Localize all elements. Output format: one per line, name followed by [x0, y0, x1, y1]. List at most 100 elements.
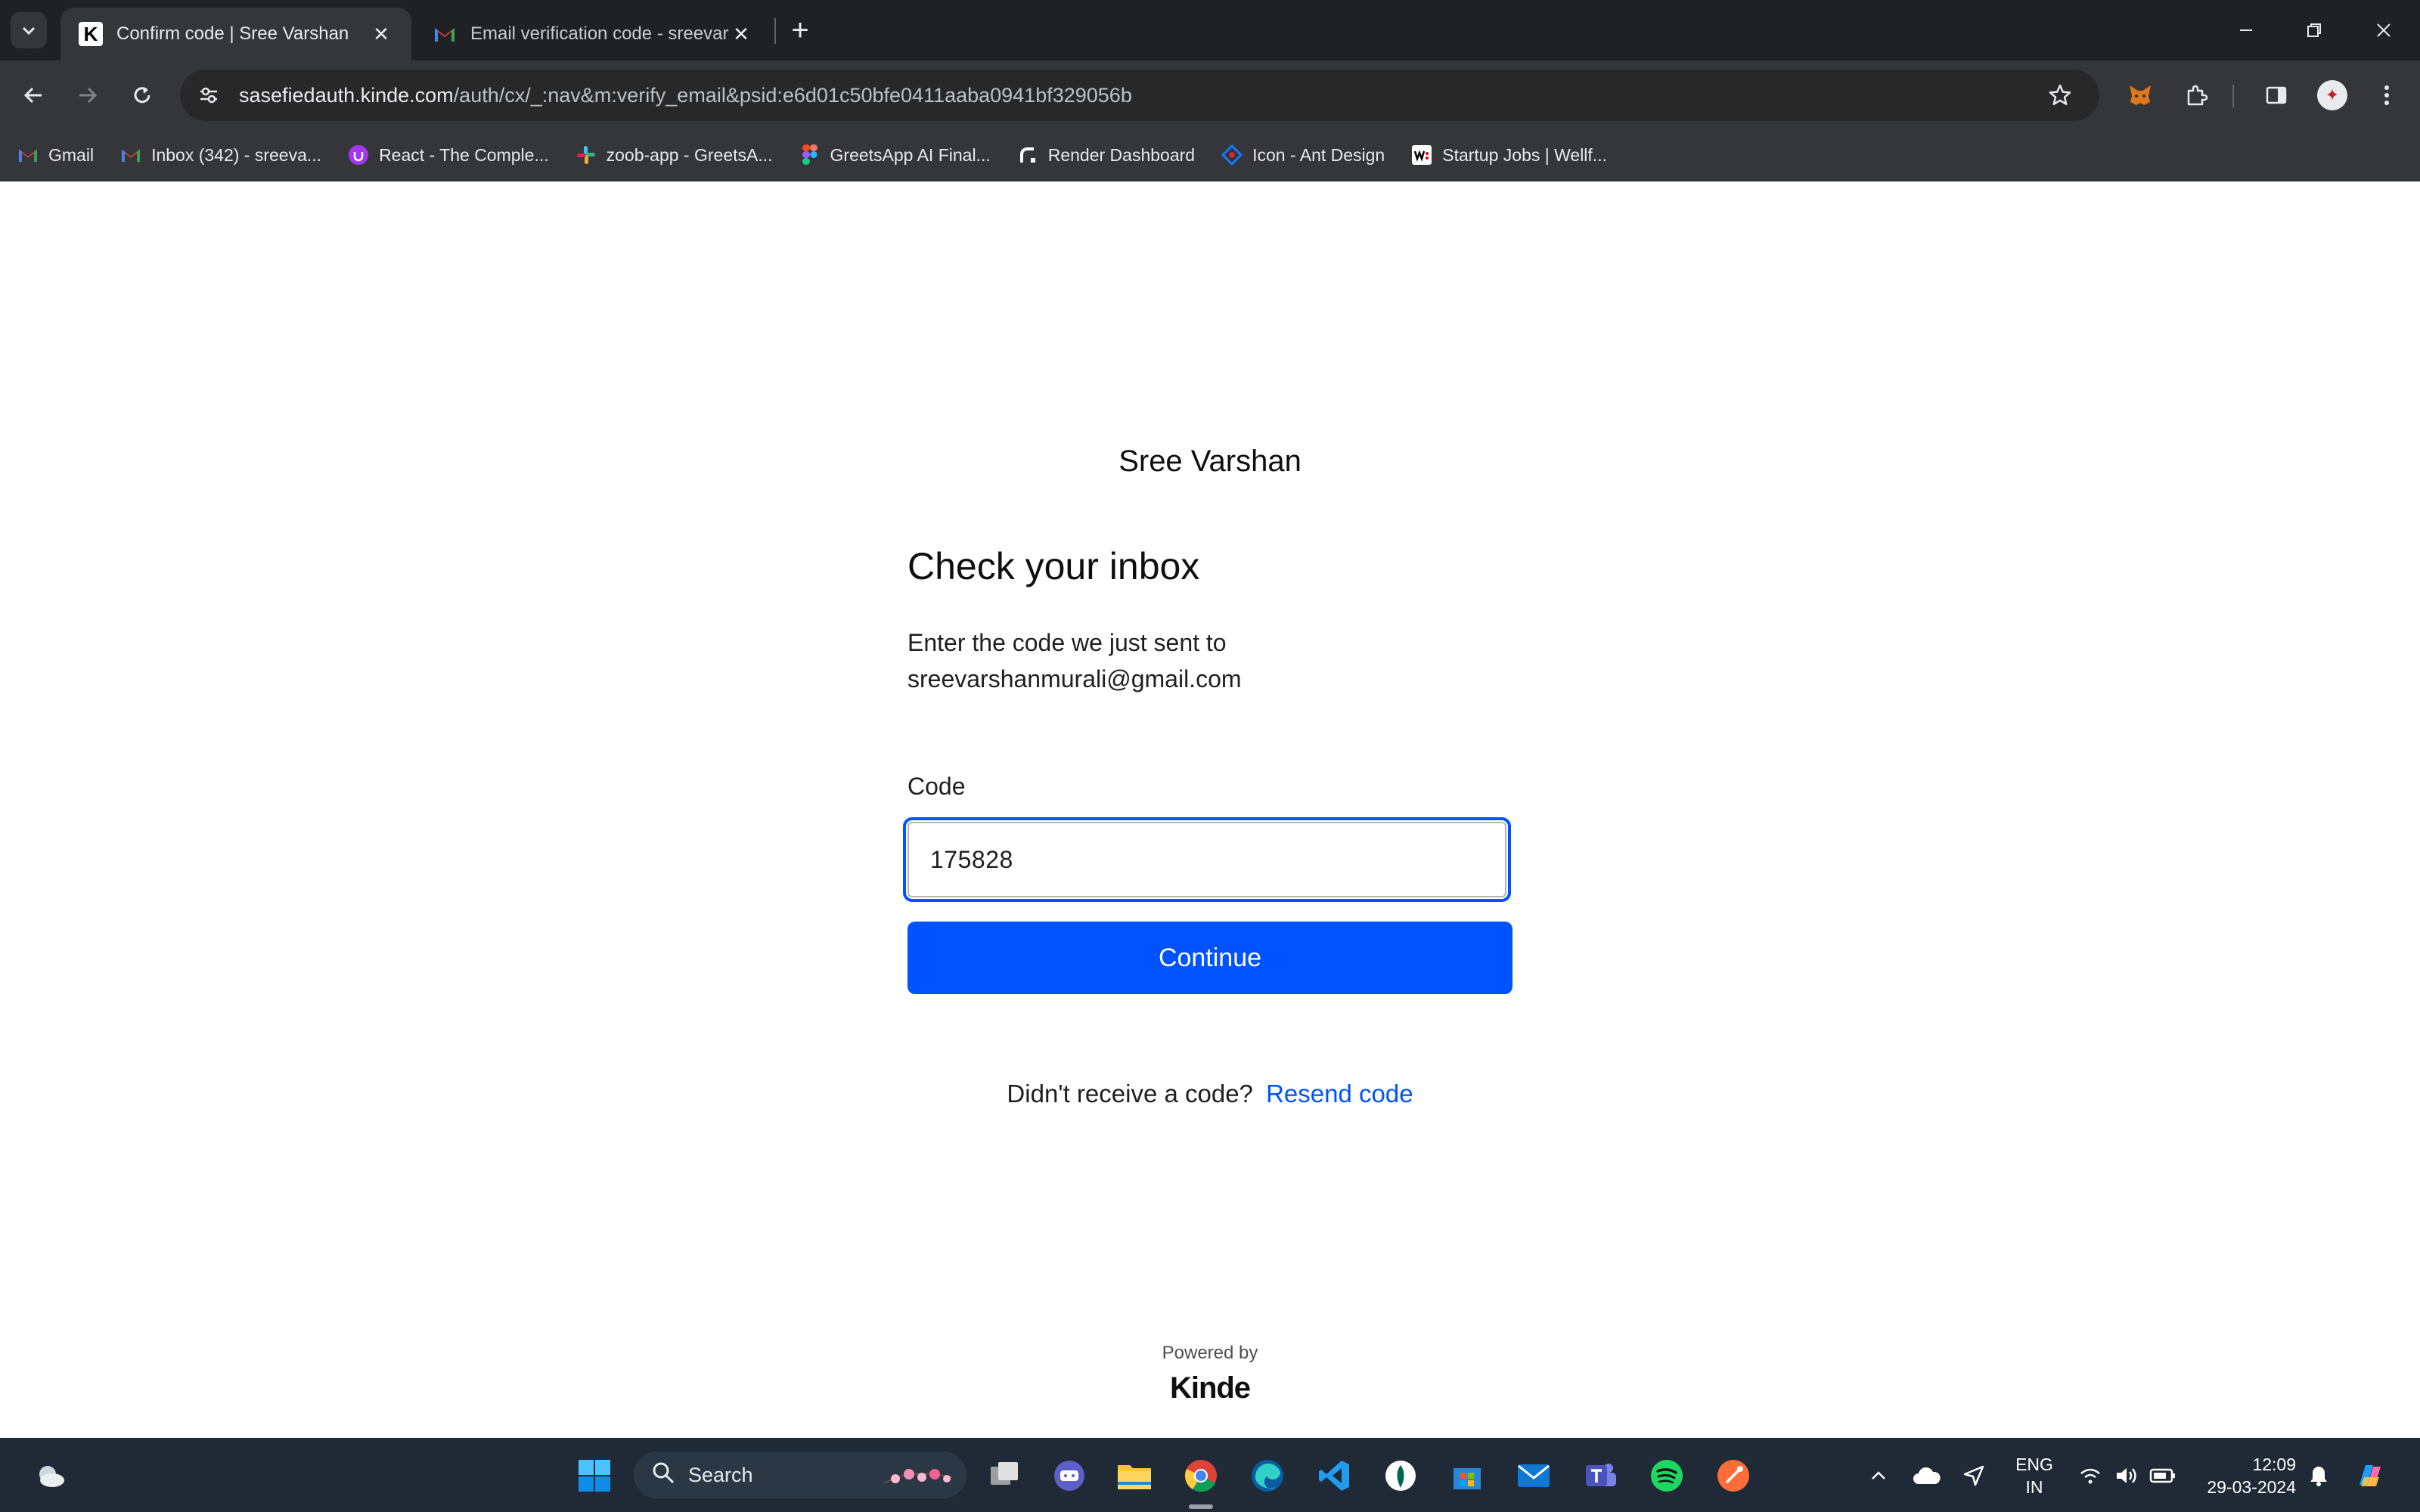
bookmark-greetsapp-figma[interactable]: GreetsApp AI Final...: [799, 144, 991, 166]
kinde-k-icon: K: [79, 22, 103, 46]
resend-code-link[interactable]: Resend code: [1266, 1080, 1413, 1108]
location-arrow-icon[interactable]: [1954, 1456, 1993, 1495]
file-explorer-icon[interactable]: [1115, 1456, 1154, 1495]
chevron-down-icon: [22, 26, 36, 36]
powered-by-label: Powered by: [1162, 1343, 1258, 1363]
tab-confirm-code[interactable]: K Confirm code | Sree Varshan ✕: [60, 8, 411, 60]
postman-icon[interactable]: [1714, 1456, 1753, 1495]
page-content: Sree Varshan Check your inbox Enter the …: [0, 181, 2420, 1438]
chrome-icon[interactable]: [1181, 1456, 1221, 1495]
battery-icon[interactable]: [2143, 1456, 2183, 1495]
verify-email-form: Check your inbox Enter the code we just …: [903, 544, 1512, 994]
bookmark-gmail[interactable]: Gmail: [17, 144, 94, 166]
vscode-icon[interactable]: [1314, 1456, 1354, 1495]
udemy-icon: [347, 144, 370, 166]
teams-icon[interactable]: [1581, 1456, 1620, 1495]
wifi-icon[interactable]: [2071, 1456, 2110, 1495]
mongodb-compass-icon[interactable]: [1381, 1456, 1420, 1495]
bookmark-label: Render Dashboard: [1047, 144, 1196, 165]
url-path: /auth/cx/_:nav&m:verify_email&psid:e6d01…: [453, 83, 1132, 107]
business-name: Sree Varshan: [1118, 445, 1302, 478]
search-icon: [652, 1461, 675, 1489]
minimize-icon[interactable]: [2223, 12, 2269, 48]
teams-chat-icon[interactable]: [1050, 1456, 1089, 1495]
start-icon[interactable]: [575, 1456, 614, 1495]
tab-title: Confirm code | Sree Varshan: [116, 23, 349, 44]
gmail-icon: [17, 144, 39, 166]
kinde-logo[interactable]: Kinde: [0, 1371, 2420, 1405]
bookmark-label: React - The Comple...: [379, 144, 549, 165]
bookmark-wellfound[interactable]: Startup Jobs | Wellf...: [1410, 144, 1607, 166]
toolbar-divider: [2232, 85, 2234, 107]
close-tab-icon[interactable]: ✕: [729, 22, 753, 46]
mail-icon[interactable]: [1514, 1456, 1553, 1495]
clock-date: 29-03-2024: [2207, 1477, 2296, 1497]
bookmark-star-icon[interactable]: [2042, 77, 2078, 113]
gmail-icon: [433, 22, 457, 46]
spotify-icon[interactable]: [1647, 1456, 1686, 1495]
side-panel-icon[interactable]: [2258, 77, 2294, 113]
tab-strip: K Confirm code | Sree Varshan ✕ Email ve…: [0, 0, 2420, 60]
tab-email-verification[interactable]: Email verification code - sreevar ✕: [414, 8, 771, 60]
ant-design-icon: [1221, 144, 1243, 166]
bookmark-ant-design[interactable]: Icon - Ant Design: [1221, 144, 1385, 166]
back-icon[interactable]: [15, 77, 51, 113]
browser-toolbar: sasefiedauth.kinde.com/auth/cx/_:nav&m:v…: [0, 60, 2420, 130]
bookmark-react-course[interactable]: React - The Comple...: [347, 144, 549, 166]
tab-search-button[interactable]: [11, 12, 47, 48]
taskbar-search[interactable]: Search: [634, 1452, 966, 1498]
url-host: sasefiedauth.kinde.com: [239, 83, 454, 107]
page-title: Check your inbox: [908, 545, 1200, 587]
slack-icon: [575, 144, 597, 166]
continue-button[interactable]: Continue: [908, 922, 1512, 994]
code-label: Code: [908, 773, 966, 800]
code-input[interactable]: [906, 820, 1508, 899]
bookmark-zoob-app[interactable]: zoob-app - GreetsA...: [575, 144, 773, 166]
system-clock[interactable]: 12:09 29-03-2024: [2193, 1453, 2296, 1498]
more-menu-icon[interactable]: [2369, 77, 2405, 113]
active-app-indicator: [1189, 1504, 1213, 1509]
bookmark-label: GreetsApp AI Final...: [830, 144, 991, 165]
bookmark-label: Inbox (342) - sreeva...: [151, 144, 322, 165]
gmail-icon: [119, 144, 142, 166]
volume-icon[interactable]: [2107, 1456, 2146, 1495]
resend-row: Didn't receive a code? Resend code: [0, 1080, 2420, 1108]
bookmark-render-dashboard[interactable]: Render Dashboard: [1016, 144, 1195, 166]
metamask-extension-icon[interactable]: [2122, 77, 2158, 113]
url-text[interactable]: sasefiedauth.kinde.com/auth/cx/_:nav&m:v…: [239, 84, 1132, 107]
address-bar[interactable]: sasefiedauth.kinde.com/auth/cx/_:nav&m:v…: [180, 70, 2099, 121]
close-tab-icon[interactable]: ✕: [369, 22, 393, 46]
reload-icon[interactable]: [124, 77, 160, 113]
region-code: IN: [2025, 1477, 2043, 1497]
close-window-icon[interactable]: [2361, 12, 2406, 48]
render-icon: [1016, 144, 1039, 166]
copilot-icon[interactable]: [2350, 1456, 2390, 1495]
onedrive-icon[interactable]: [1907, 1456, 1947, 1495]
bookmark-inbox[interactable]: Inbox (342) - sreeva...: [119, 144, 321, 166]
notification-bell-icon[interactable]: [2299, 1456, 2338, 1495]
figma-icon: [799, 144, 821, 166]
language-code: ENG: [2015, 1455, 2053, 1474]
windows-taskbar: Search ENG IN 12:09 29-03-2024: [0, 1438, 2420, 1512]
bookmark-label: Gmail: [48, 144, 95, 165]
tab-title: Email verification code - sreevar: [470, 23, 729, 44]
instructions-text: Enter the code we just sent to: [908, 629, 1227, 656]
email-address: sreevarshanmurali@gmail.com: [908, 665, 1242, 692]
extensions-puzzle-icon[interactable]: [2178, 77, 2214, 113]
language-indicator[interactable]: ENG IN: [2006, 1453, 2063, 1498]
weather-icon[interactable]: [30, 1456, 70, 1495]
microsoft-store-icon[interactable]: [1447, 1456, 1487, 1495]
wellfound-icon: [1410, 144, 1433, 166]
task-view-icon[interactable]: [985, 1456, 1024, 1495]
profile-avatar[interactable]: ✦: [2317, 80, 2347, 110]
bookmarks-bar: Gmail Inbox (342) - sreeva... React - Th…: [0, 130, 2420, 181]
instructions: Enter the code we just sent to sreevarsh…: [908, 624, 1512, 697]
new-tab-button[interactable]: +: [782, 14, 818, 47]
show-hidden-icons-icon[interactable]: [1859, 1456, 1898, 1495]
bookmark-label: Startup Jobs | Wellf...: [1442, 144, 1607, 165]
code-field-wrapper: [903, 817, 1511, 902]
forward-icon[interactable]: [70, 77, 106, 113]
site-settings-icon[interactable]: [188, 74, 230, 116]
restore-icon[interactable]: [2291, 12, 2337, 48]
edge-icon[interactable]: [1248, 1456, 1287, 1495]
